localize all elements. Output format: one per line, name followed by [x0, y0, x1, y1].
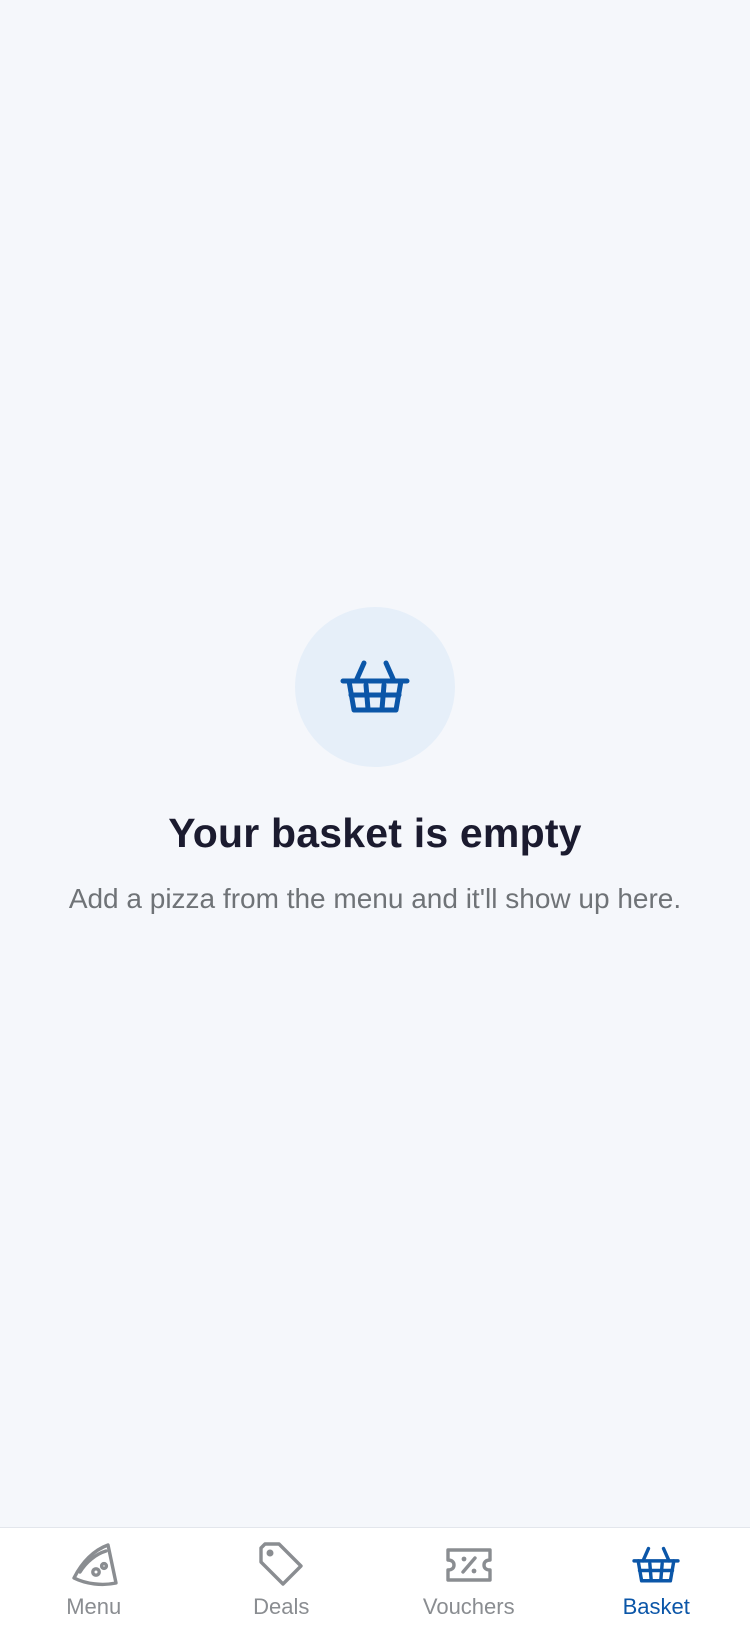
empty-basket-icon-circle [295, 607, 455, 767]
basket-icon [340, 659, 410, 715]
empty-basket-title: Your basket is empty [0, 807, 750, 859]
bottom-tab-bar: Menu Deals Vouchers [0, 1527, 750, 1625]
tab-deals-label: Deals [253, 1594, 309, 1620]
tab-menu[interactable]: Menu [0, 1528, 188, 1625]
tab-deals[interactable]: Deals [188, 1528, 376, 1625]
tab-vouchers[interactable]: Vouchers [375, 1528, 563, 1625]
voucher-icon [445, 1542, 493, 1588]
tab-basket[interactable]: Basket [563, 1528, 750, 1625]
tab-menu-label: Menu [66, 1594, 121, 1620]
empty-basket-state: Your basket is empty Add a pizza from th… [0, 607, 750, 917]
pizza-slice-icon [70, 1542, 118, 1588]
tag-icon [257, 1542, 305, 1588]
tab-vouchers-label: Vouchers [423, 1594, 515, 1620]
tab-basket-label: Basket [623, 1594, 690, 1620]
basket-icon [632, 1542, 680, 1588]
basket-screen: Your basket is empty Add a pizza from th… [0, 0, 750, 1624]
empty-basket-subtitle: Add a pizza from the menu and it'll show… [0, 881, 750, 917]
